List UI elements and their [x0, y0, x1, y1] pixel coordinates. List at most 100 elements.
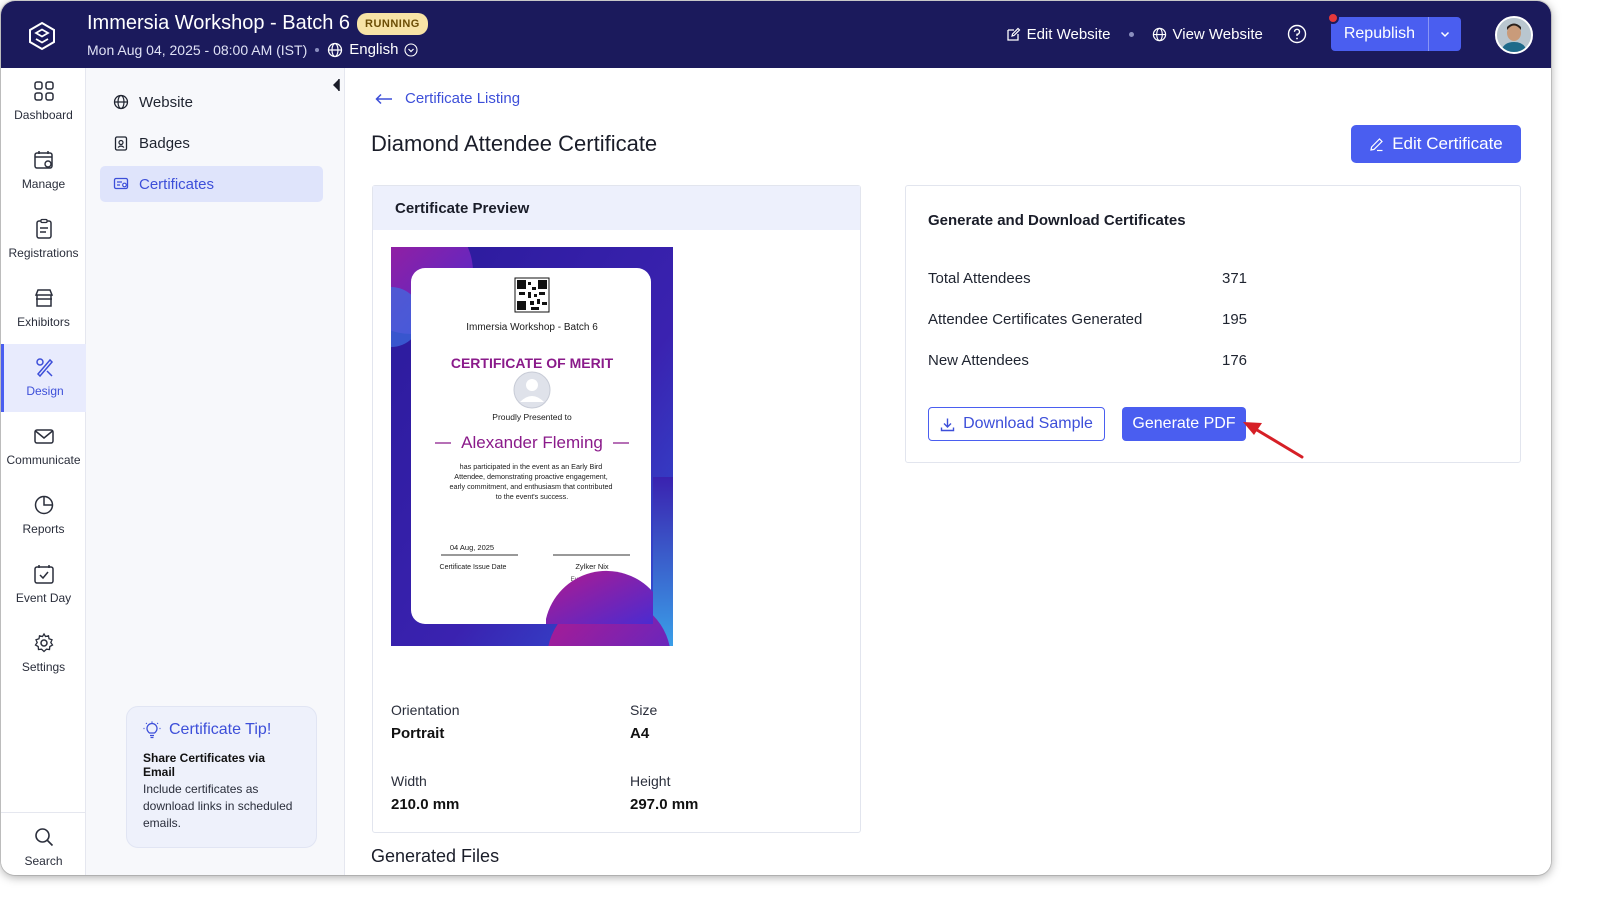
- mail-icon: [33, 429, 54, 444]
- page-title: Diamond Attendee Certificate: [371, 131, 658, 156]
- stat-value: 176: [1222, 352, 1248, 369]
- separator-dot: [315, 47, 320, 52]
- edit-icon: [1006, 27, 1020, 41]
- nav-search[interactable]: Search: [1, 814, 86, 875]
- nav-event-day[interactable]: Event Day: [1, 551, 86, 619]
- nav-communicate[interactable]: Communicate: [1, 413, 86, 481]
- help-icon[interactable]: [1287, 24, 1307, 44]
- stat-row: Attendee Certificates Generated 195: [928, 311, 1328, 328]
- certificate-thumbnail[interactable]: Immersia Workshop - Batch 6 CERTIFICATE …: [391, 247, 673, 646]
- size-label: Size: [630, 702, 658, 718]
- annotation-arrow-icon: [1243, 422, 1304, 459]
- chevron-down-icon: [404, 42, 418, 57]
- nav-dashboard[interactable]: Dashboard: [1, 68, 86, 136]
- status-badge: RUNNING: [357, 13, 428, 35]
- globe-icon: [1152, 27, 1166, 41]
- edit-icon: [1370, 137, 1384, 151]
- view-website-label: View Website: [1172, 25, 1263, 43]
- nav-label: Event Day: [15, 591, 72, 605]
- cert-event-name: Immersia Workshop - Batch 6: [466, 322, 598, 333]
- event-datetime: Mon Aug 04, 2025 - 08:00 AM (IST): [87, 41, 308, 58]
- height-value: 297.0 mm: [630, 796, 699, 813]
- preview-card-header: Certificate Preview: [373, 186, 860, 230]
- generate-certificates-card: Generate and Download Certificates Total…: [905, 185, 1521, 463]
- stat-row: Total Attendees 371: [928, 270, 1328, 287]
- certificate-artwork: Immersia Workshop - Batch 6 CERTIFICATE …: [391, 247, 673, 646]
- republish-dropdown-button[interactable]: [1428, 17, 1461, 51]
- tip-body: Include certificates as download links i…: [143, 782, 293, 830]
- back-link-label: Certificate Listing: [405, 90, 521, 107]
- certificate-icon: [113, 177, 129, 190]
- width-value: 210.0 mm: [391, 796, 460, 813]
- cert-heading: CERTIFICATE OF MERIT: [451, 355, 614, 371]
- pie-chart-icon: [34, 495, 53, 515]
- orientation-value: Portrait: [391, 725, 445, 742]
- nav-label: Communicate: [6, 453, 81, 467]
- download-sample-button[interactable]: Download Sample: [928, 407, 1105, 441]
- subnav-label: Website: [139, 93, 193, 111]
- language-selector[interactable]: English: [327, 41, 418, 58]
- nav-exhibitors[interactable]: Exhibitors: [1, 275, 86, 343]
- edit-website-link[interactable]: Edit Website: [1006, 26, 1111, 43]
- generate-pdf-button[interactable]: Generate PDF: [1122, 407, 1246, 441]
- avatar[interactable]: [1495, 16, 1533, 54]
- nav-label: Dashboard: [14, 108, 73, 122]
- left-nav: Dashboard Manage Registrations Exhibitor…: [1, 68, 86, 875]
- top-actions: Edit Website View Website Republish: [1006, 12, 1461, 51]
- stat-label: Total Attendees: [928, 270, 1031, 287]
- calendar-check-icon: [33, 565, 54, 584]
- user-avatar-icon: [1497, 18, 1531, 52]
- back-link[interactable]: Certificate Listing: [375, 90, 520, 107]
- republish-button-group: Republish: [1326, 12, 1461, 51]
- search-icon: [34, 828, 53, 847]
- view-website-link[interactable]: View Website: [1152, 26, 1263, 43]
- nav-label: Registrations: [8, 246, 79, 260]
- width-field: Width 210.0 mm: [391, 773, 459, 813]
- subnav-item-website[interactable]: Website: [100, 84, 323, 120]
- cert-date: 04 Aug, 2025: [450, 543, 494, 552]
- nav-label: Settings: [21, 660, 66, 674]
- nav-manage[interactable]: Manage: [1, 137, 86, 205]
- nav-divider: [1, 812, 86, 813]
- tip-header: Certificate Tip!: [143, 721, 300, 739]
- notification-dot: [1326, 12, 1339, 24]
- booth-icon: [34, 289, 53, 307]
- separator-dot: [1128, 31, 1134, 37]
- subnav-item-badges[interactable]: Badges: [100, 125, 323, 161]
- nav-registrations[interactable]: Registrations: [1, 206, 86, 274]
- stat-label: New Attendees: [928, 352, 1029, 369]
- language-label: English: [349, 41, 399, 58]
- tip-subtitle: Share Certificates via Email: [143, 751, 266, 779]
- dashboard-icon: [33, 81, 54, 101]
- size-field: Size A4: [630, 702, 657, 742]
- subnav-label: Certificates: [139, 175, 215, 193]
- stat-value: 371: [1222, 270, 1248, 287]
- nav-reports[interactable]: Reports: [1, 482, 86, 550]
- nav-design[interactable]: Design: [1, 344, 86, 412]
- arrow-left-icon: [375, 93, 392, 104]
- chevron-down-icon: [1440, 31, 1450, 38]
- cert-recipient: Alexander Fleming: [461, 433, 603, 452]
- nav-settings[interactable]: Settings: [1, 620, 86, 688]
- qr-code-icon: [514, 277, 550, 313]
- cert-presented-to: Proudly Presented to: [492, 412, 572, 422]
- stat-row: New Attendees 176: [928, 352, 1328, 369]
- subnav-item-certificates[interactable]: Certificates: [100, 166, 323, 202]
- design-icon: [36, 358, 54, 378]
- tip-title: Certificate Tip!: [169, 721, 272, 738]
- height-label: Height: [630, 773, 671, 789]
- collapse-panel-icon[interactable]: [332, 78, 340, 92]
- nav-label: Exhibitors: [17, 315, 70, 329]
- top-bar: Immersia Workshop - Batch 6 RUNNING Mon …: [1, 1, 1551, 68]
- subnav-label: Badges: [139, 134, 190, 152]
- main-content: Certificate Listing Diamond Attendee Cer…: [345, 68, 1551, 875]
- height-field: Height 297.0 mm: [630, 773, 698, 813]
- edit-website-label: Edit Website: [1026, 25, 1111, 43]
- edit-certificate-button[interactable]: Edit Certificate: [1351, 125, 1521, 163]
- event-subline: Mon Aug 04, 2025 - 08:00 AM (IST) Englis…: [87, 41, 418, 58]
- republish-button[interactable]: Republish: [1331, 17, 1428, 51]
- nav-label: Design: [26, 384, 64, 398]
- calendar-gear-icon: [33, 151, 53, 169]
- stat-value: 195: [1222, 311, 1248, 328]
- app-logo-icon[interactable]: [27, 21, 57, 51]
